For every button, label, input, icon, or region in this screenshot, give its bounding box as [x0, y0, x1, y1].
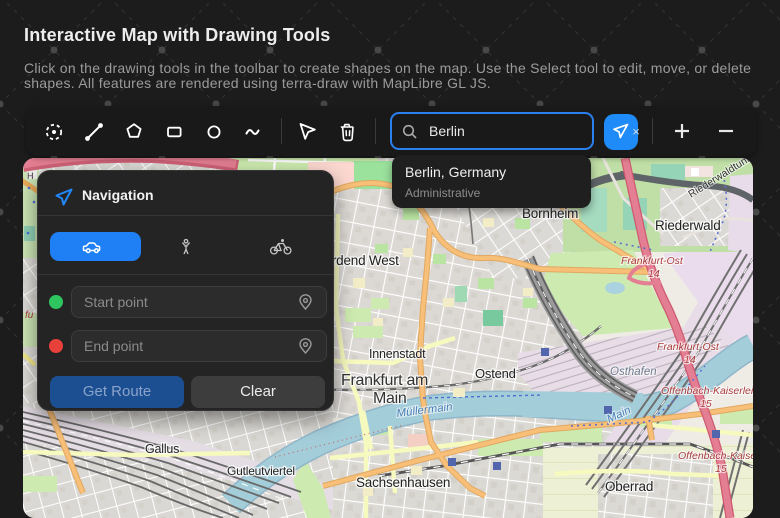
- svg-text:Main: Main: [373, 390, 406, 407]
- svg-text:14: 14: [648, 268, 660, 280]
- svg-text:Frankfurt-Ost: Frankfurt-Ost: [621, 255, 684, 267]
- svg-text:15: 15: [715, 463, 727, 475]
- svg-text:14: 14: [684, 354, 696, 366]
- svg-text:Frankfurt am: Frankfurt am: [341, 372, 428, 389]
- svg-text:Oberrad: Oberrad: [605, 479, 653, 494]
- svg-text:fu: fu: [25, 310, 34, 321]
- svg-text:Ostend: Ostend: [475, 366, 516, 381]
- svg-text:Offenbach-Kaiserlei: Offenbach-Kaiserlei: [661, 385, 753, 397]
- svg-text:Bornheim: Bornheim: [522, 206, 578, 221]
- svg-text:Osthafen: Osthafen: [610, 366, 657, 378]
- svg-text:Frankfurt-Ost: Frankfurt-Ost: [657, 341, 720, 353]
- svg-text:H: H: [27, 171, 34, 181]
- svg-text:Gutleutviertel: Gutleutviertel: [227, 464, 295, 478]
- svg-text:Gallus: Gallus: [145, 442, 179, 456]
- svg-text:Offenbach-Kaiser: Offenbach-Kaiser: [678, 450, 753, 462]
- svg-text:Riederwald: Riederwald: [655, 218, 721, 233]
- svg-text:Sachsenhausen: Sachsenhausen: [356, 475, 450, 490]
- svg-text:15: 15: [700, 398, 712, 410]
- svg-text:Innenstadt: Innenstadt: [369, 347, 426, 361]
